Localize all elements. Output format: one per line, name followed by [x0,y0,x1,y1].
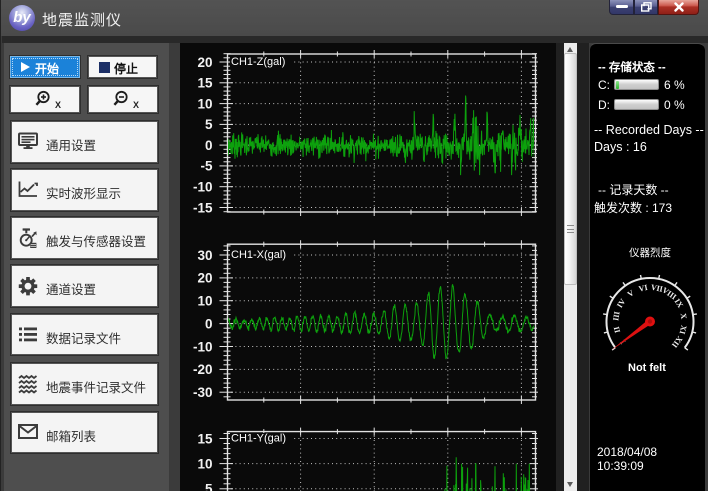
svg-text:-30: -30 [193,385,213,400]
svg-text:-20: -20 [193,362,213,377]
svg-text:20: 20 [197,55,212,70]
svg-text:-15: -15 [193,200,213,215]
svg-text:-10: -10 [193,180,213,195]
svg-text:X: X [679,313,689,320]
svg-text:15: 15 [197,76,213,91]
svg-text:5: 5 [205,117,213,132]
svg-text:-10: -10 [193,339,213,354]
svg-text:II: II [612,326,622,334]
svg-text:XI: XI [678,324,689,335]
svg-text:IV: IV [615,297,627,310]
svg-text:CH1-Y(gal): CH1-Y(gal) [231,433,286,445]
svg-text:5: 5 [205,482,213,491]
svg-text:15: 15 [197,431,213,446]
svg-text:V: V [626,288,636,299]
svg-text:0: 0 [205,316,213,331]
svg-text:III: III [611,311,621,322]
svg-text:0: 0 [205,138,213,153]
svg-text:10: 10 [197,456,212,471]
svg-text:CH1-X(gal): CH1-X(gal) [231,249,286,261]
svg-text:VI: VI [638,283,649,294]
svg-text:10: 10 [197,294,212,309]
svg-text:20: 20 [197,271,212,286]
svg-text:CH1-Z(gal): CH1-Z(gal) [231,56,285,68]
svg-text:30: 30 [197,248,212,263]
svg-text:XII: XII [670,334,684,349]
svg-text:10: 10 [197,96,212,111]
svg-text:-5: -5 [200,159,212,174]
